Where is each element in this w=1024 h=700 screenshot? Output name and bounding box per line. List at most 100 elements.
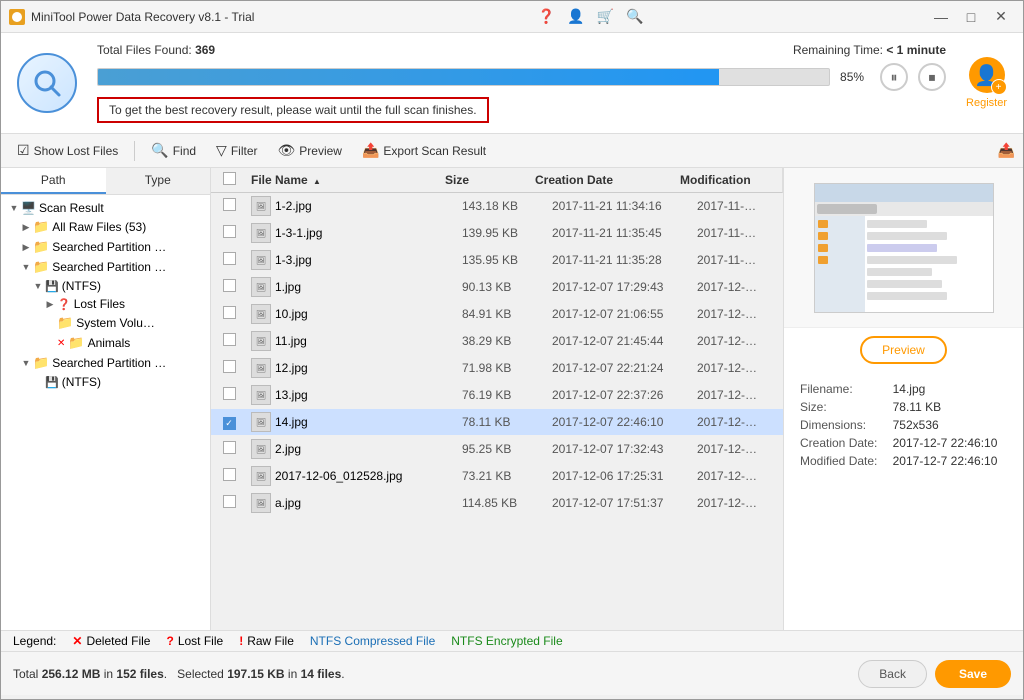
- file-checkbox[interactable]: [223, 306, 236, 319]
- stop-button[interactable]: ⏹: [918, 63, 946, 91]
- select-all-checkbox[interactable]: [223, 172, 236, 185]
- expand-ntfs-1[interactable]: ▼: [33, 281, 43, 291]
- find-button[interactable]: 🔍 Find: [143, 138, 204, 163]
- cart-icon[interactable]: 🛒: [593, 6, 618, 27]
- register-area[interactable]: 👤 Register: [966, 57, 1007, 109]
- file-row[interactable]: 🖼2.jpg 95.25 KB 2017-12-07 17:32:43 2017…: [211, 436, 783, 463]
- header-size[interactable]: Size: [441, 173, 531, 187]
- header-filename[interactable]: File Name ▲: [247, 173, 441, 187]
- export-scan-button[interactable]: 📤 Export Scan Result: [354, 138, 494, 163]
- file-checkbox[interactable]: [223, 495, 236, 508]
- expand-searched-3[interactable]: ▼: [21, 358, 31, 368]
- file-row[interactable]: 🖼2017-12-06_012528.jpg 73.21 KB 2017-12-…: [211, 463, 783, 490]
- file-row[interactable]: 🖼1-3-1.jpg 139.95 KB 2017-11-21 11:35:45…: [211, 220, 783, 247]
- user-icon[interactable]: 👤: [563, 6, 588, 27]
- tree-item-lost-files[interactable]: ▶ ❓ Lost Files: [1, 295, 210, 313]
- expand-animals: [45, 338, 55, 348]
- file-checkbox[interactable]: [223, 360, 236, 373]
- tree-item-ntfs-1[interactable]: ▼ 💾 (NTFS): [1, 277, 210, 295]
- file-row[interactable]: 🖼a.jpg 114.85 KB 2017-12-07 17:51:37 201…: [211, 490, 783, 517]
- file-row[interactable]: 🖼11.jpg 38.29 KB 2017-12-07 21:45:44 201…: [211, 328, 783, 355]
- search-icon[interactable]: 🔍: [622, 6, 647, 27]
- legend-area: Legend: ✕ Deleted File ? Lost File ! Raw…: [1, 630, 1023, 651]
- pause-button[interactable]: ⏸: [880, 63, 908, 91]
- animals-folder-icon: 📁: [68, 335, 84, 351]
- header-check[interactable]: [211, 172, 247, 188]
- left-panel: Path Type ▼ 🖥️ Scan Result ▶ 📁 All Raw F…: [1, 168, 211, 630]
- tree-item-searched-2[interactable]: ▼ 📁 Searched Partition …: [1, 257, 210, 277]
- title-bar: MiniTool Power Data Recovery v8.1 - Tria…: [1, 1, 1023, 33]
- tree-item-all-raw[interactable]: ▶ 📁 All Raw Files (53): [1, 217, 210, 237]
- bottom-buttons: Back Save: [858, 660, 1011, 688]
- bottom-bar: Total 256.12 MB in 152 files. Selected 1…: [1, 651, 1023, 695]
- file-row[interactable]: 🖼1-2.jpg 143.18 KB 2017-11-21 11:34:16 2…: [211, 193, 783, 220]
- header-mod[interactable]: Modification: [676, 173, 766, 187]
- selected-stats: Selected 197.15 KB in 14 files.: [177, 667, 344, 681]
- toolbar-share-icon[interactable]: 📤: [998, 142, 1015, 158]
- back-button[interactable]: Back: [858, 660, 927, 688]
- tab-path[interactable]: Path: [1, 168, 106, 194]
- register-label[interactable]: Register: [966, 97, 1007, 109]
- file-checkbox[interactable]: [223, 225, 236, 238]
- tree-item-system-vol[interactable]: 📁 System Volu…: [1, 313, 210, 333]
- filter-icon: ▽: [216, 142, 227, 159]
- tree-item-ntfs-2[interactable]: 💾 (NTFS): [1, 373, 210, 391]
- panel-header: Path Type: [1, 168, 210, 195]
- file-checkbox[interactable]: [223, 441, 236, 454]
- file-thumbnail: 🖼: [251, 331, 271, 351]
- file-thumbnail: 🖼: [251, 493, 271, 513]
- file-row[interactable]: 🖼1.jpg 90.13 KB 2017-12-07 17:29:43 2017…: [211, 274, 783, 301]
- maximize-button[interactable]: □: [957, 3, 985, 31]
- tree-item-searched-3[interactable]: ▼ 📁 Searched Partition …: [1, 353, 210, 373]
- file-checkbox-checked[interactable]: ✓: [223, 417, 236, 430]
- file-thumbnail: 🖼: [251, 439, 271, 459]
- preview-panel: ✕: [783, 168, 1023, 630]
- preview-button[interactable]: Preview: [860, 336, 947, 364]
- tree-item-animals[interactable]: ✕ 📁 Animals: [1, 333, 210, 353]
- expand-ntfs-2: [33, 377, 43, 387]
- legend-prefix: Legend:: [13, 634, 56, 648]
- remaining-time-text: Remaining Time: < 1 minute: [793, 43, 946, 57]
- expand-all-raw[interactable]: ▶: [21, 222, 31, 232]
- file-row[interactable]: 🖼13.jpg 76.19 KB 2017-12-07 22:37:26 201…: [211, 382, 783, 409]
- close-button[interactable]: ✕: [987, 3, 1015, 31]
- tree-item-searched-1[interactable]: ▶ 📁 Searched Partition …: [1, 237, 210, 257]
- file-thumbnail: 🖼: [251, 358, 271, 378]
- file-row[interactable]: 🖼12.jpg 71.98 KB 2017-12-07 22:21:24 201…: [211, 355, 783, 382]
- file-checkbox[interactable]: [223, 333, 236, 346]
- help-icon[interactable]: ❓: [534, 6, 559, 27]
- file-row[interactable]: 🖼1-3.jpg 135.95 KB 2017-11-21 11:35:28 2…: [211, 247, 783, 274]
- save-button[interactable]: Save: [935, 660, 1011, 688]
- main-content: Path Type ▼ 🖥️ Scan Result ▶ 📁 All Raw F…: [1, 168, 1023, 630]
- expand-searched-1[interactable]: ▶: [21, 242, 31, 252]
- file-row[interactable]: 🖼10.jpg 84.91 KB 2017-12-07 21:06:55 201…: [211, 301, 783, 328]
- expand-lost-files[interactable]: ▶: [45, 299, 55, 309]
- file-list: File Name ▲ Size Creation Date Modificat…: [211, 168, 783, 630]
- legend-raw-label: Raw File: [247, 634, 294, 648]
- filename-label: Filename:: [796, 380, 889, 398]
- header-created[interactable]: Creation Date: [531, 173, 676, 187]
- title-bar-controls[interactable]: — □ ✕: [927, 3, 1015, 31]
- tab-type[interactable]: Type: [106, 168, 211, 194]
- warning-bar: To get the best recovery result, please …: [97, 97, 489, 123]
- expand-searched-2[interactable]: ▼: [21, 262, 31, 272]
- register-avatar: 👤: [969, 57, 1005, 93]
- show-lost-files-button[interactable]: ☑ Show Lost Files: [9, 138, 126, 163]
- preview-toolbar-button[interactable]: 👁 Preview: [270, 138, 350, 163]
- expand-scan-result[interactable]: ▼: [9, 203, 19, 213]
- file-checkbox[interactable]: [223, 252, 236, 265]
- file-checkbox[interactable]: [223, 468, 236, 481]
- file-thumbnail: 🖼: [251, 277, 271, 297]
- searched-2-icon: 📁: [33, 259, 49, 275]
- filter-button[interactable]: ▽ Filter: [208, 138, 265, 163]
- file-checkbox[interactable]: [223, 198, 236, 211]
- legend-raw: ! Raw File: [239, 634, 294, 648]
- file-thumbnail: 🖼: [251, 466, 271, 486]
- file-checkbox[interactable]: [223, 387, 236, 400]
- minimize-button[interactable]: —: [927, 3, 955, 31]
- tree-item-scan-result[interactable]: ▼ 🖥️ Scan Result: [1, 199, 210, 217]
- legend-lost: ? Lost File: [166, 634, 223, 648]
- file-row-selected[interactable]: ✓ 🖼14.jpg 78.11 KB 2017-12-07 22:46:10 2…: [211, 409, 783, 436]
- tree-area: ▼ 🖥️ Scan Result ▶ 📁 All Raw Files (53) …: [1, 195, 210, 395]
- file-checkbox[interactable]: [223, 279, 236, 292]
